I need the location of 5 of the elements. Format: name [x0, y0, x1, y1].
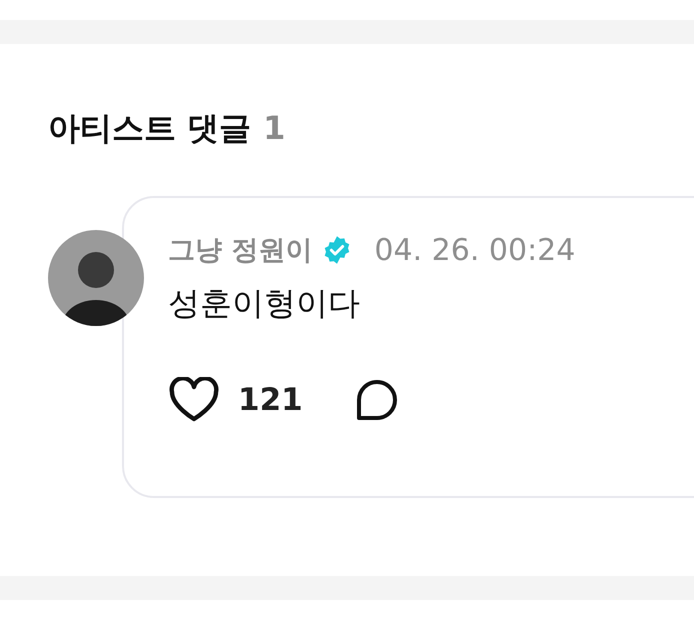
comment-count: 1 [263, 108, 286, 149]
comment-time: 04. 26. 00:24 [374, 232, 576, 268]
section-heading: 아티스트 댓글 [48, 108, 252, 149]
comment-text: 성훈이형이다 [168, 283, 361, 324]
like-button[interactable]: 121 [168, 377, 303, 423]
